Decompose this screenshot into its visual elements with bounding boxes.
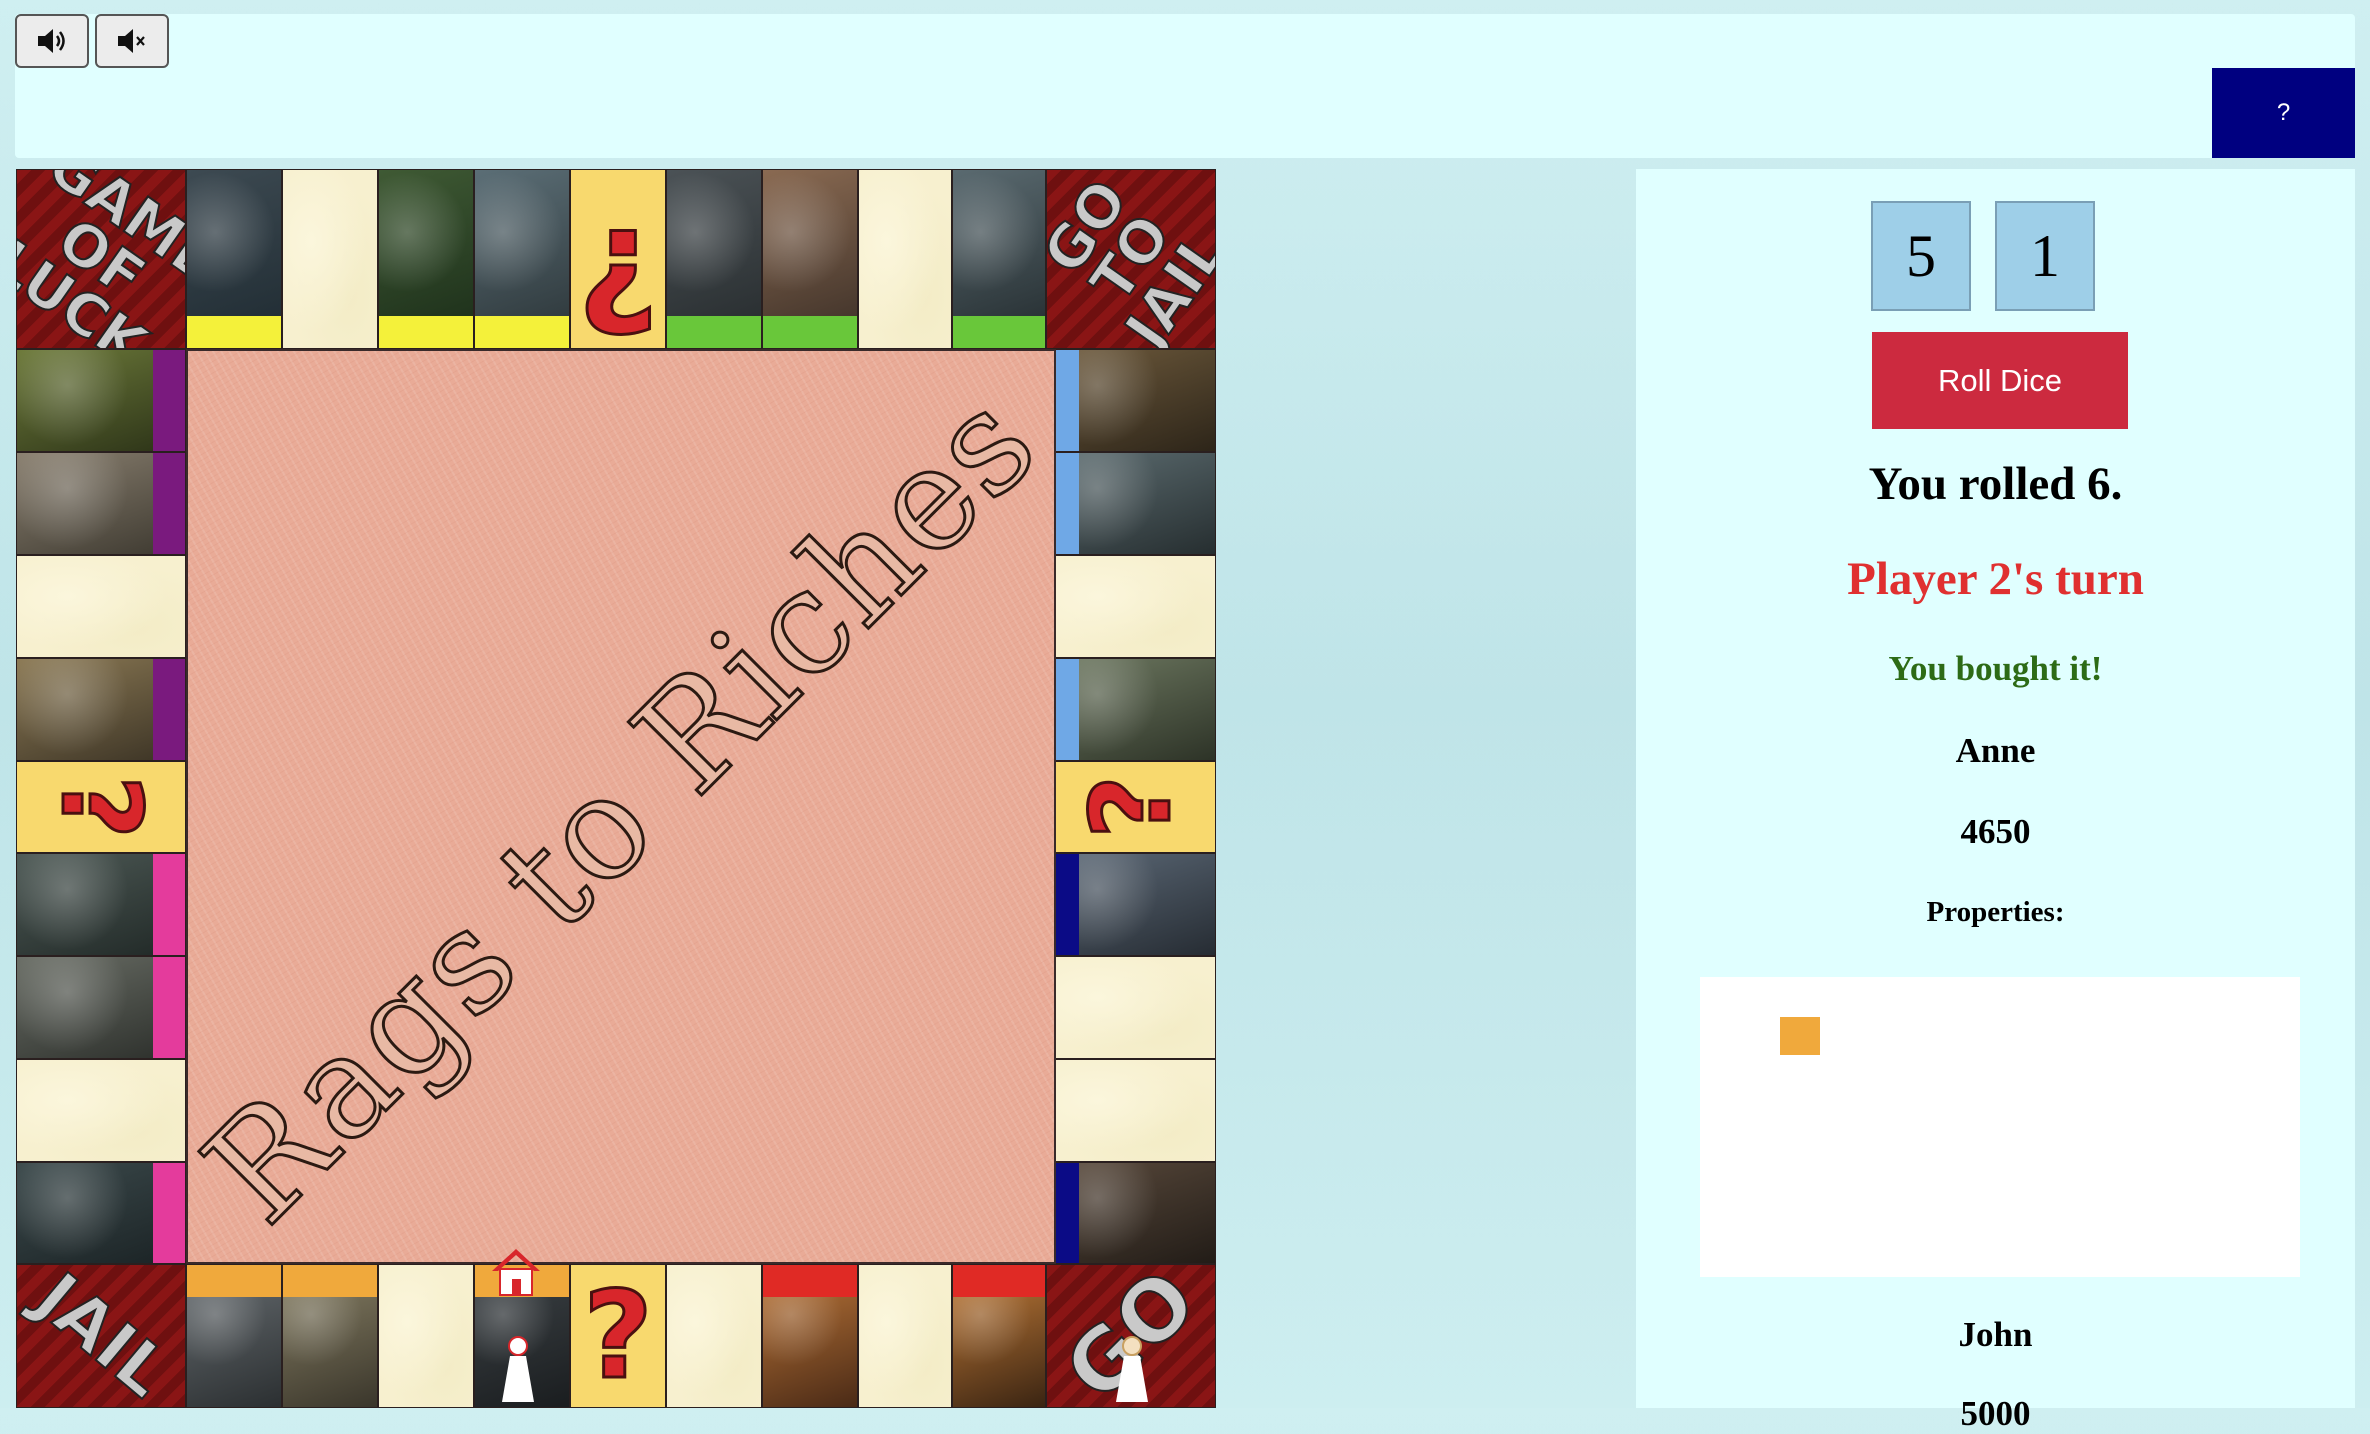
blank-space[interactable] [1046,1059,1216,1162]
board-center: Rags to Riches [172,349,1070,1264]
question-mark-icon: ? [36,774,167,841]
top-toolbar: ? [15,14,2355,158]
color-band-pink [153,957,185,1058]
color-band-pink [153,854,185,955]
roll-result-text: You rolled 6. [1868,458,2123,510]
blank-space[interactable] [666,1264,762,1408]
player-name: John [1958,1315,2033,1354]
property-space[interactable] [186,169,282,349]
board-title: Rags to Riches [172,358,1069,1255]
blank-space[interactable] [16,555,186,658]
color-band-yellow [187,316,281,348]
sound-on-button[interactable] [15,14,89,68]
blank-space[interactable] [378,1264,474,1408]
blank-space[interactable] [1046,555,1216,658]
color-band-red [763,1265,857,1297]
property-space[interactable] [666,169,762,349]
color-band-orange [187,1265,281,1297]
property-space[interactable] [1046,1162,1216,1264]
properties-label: Properties: [1926,896,2065,928]
property-space[interactable] [952,169,1046,349]
property-space[interactable] [762,1264,858,1408]
color-band-green [667,316,761,348]
game-info-panel: 5 1 Roll Dice You rolled 6. Player 2's t… [1636,169,2355,1433]
die-two: 1 [1995,201,2095,311]
chance-space[interactable]: ? [16,761,186,853]
property-space[interactable] [16,349,186,452]
chance-space[interactable]: ? [570,1264,666,1408]
roll-dice-button[interactable]: Roll Dice [1872,332,2128,429]
property-space[interactable] [1046,658,1216,761]
speaker-mute-icon [118,29,145,53]
blank-space[interactable] [282,169,378,349]
game-board: GAME OF LUCK GO TO JAIL JAIL GO ¿ ? ? ? … [16,169,1216,1408]
property-space[interactable] [16,1162,186,1264]
question-mark-icon: ¿ [576,176,660,342]
corner-jail[interactable]: JAIL [16,1264,186,1408]
blank-space[interactable] [16,1059,186,1162]
property-space[interactable] [186,1264,282,1408]
property-space[interactable] [16,956,186,1059]
house-icon [492,1249,540,1296]
property-space[interactable] [762,169,858,349]
question-mark-icon: ? [1066,774,1197,841]
player-money: 4650 [1960,812,2031,851]
speaker-on-icon [38,29,65,53]
property-space[interactable] [474,169,570,349]
color-band-green [953,316,1045,348]
chance-space[interactable]: ? [1046,761,1216,853]
action-message: You bought it! [1888,649,2103,688]
properties-list [1700,977,2300,1277]
player-name: Anne [1955,731,2036,770]
die-one: 5 [1871,201,1971,311]
color-band-purple [153,453,185,554]
property-space[interactable] [16,452,186,555]
sound-mute-button[interactable] [95,14,169,68]
help-button[interactable]: ? [2212,68,2355,158]
player-money: 5000 [1960,1394,2031,1433]
color-band-pink [153,1163,185,1263]
property-space[interactable] [952,1264,1046,1408]
color-band-green [763,316,857,348]
property-space[interactable] [378,169,474,349]
property-space[interactable] [1046,452,1216,555]
question-mark-icon: ? [582,1265,655,1407]
corner-label-jail: JAIL [19,1264,184,1408]
color-band-purple [153,659,185,760]
property-space[interactable] [282,1264,378,1408]
color-band-yellow [379,316,473,348]
player-token-icon[interactable] [1114,1334,1150,1402]
color-band-yellow [475,316,569,348]
blank-space[interactable] [1046,956,1216,1059]
blank-space[interactable] [858,169,952,349]
corner-label-game-of-luck: GAME OF LUCK [16,169,186,349]
color-band-purple [153,350,185,451]
turn-indicator: Player 2's turn [1847,553,2144,605]
player-token-icon[interactable] [500,1334,536,1402]
property-space[interactable] [1046,349,1216,452]
chance-space[interactable]: ¿ [570,169,666,349]
blank-space[interactable] [858,1264,952,1408]
property-space[interactable] [16,853,186,956]
color-band-orange [283,1265,377,1297]
corner-game-of-luck[interactable]: GAME OF LUCK [16,169,186,349]
corner-go-to-jail[interactable]: GO TO JAIL [1046,169,1216,349]
property-space[interactable] [16,658,186,761]
corner-label-go-to-jail: GO TO JAIL [1046,169,1216,349]
property-space[interactable] [1046,853,1216,956]
property-chip[interactable] [1780,1017,1820,1055]
color-band-red [953,1265,1045,1297]
